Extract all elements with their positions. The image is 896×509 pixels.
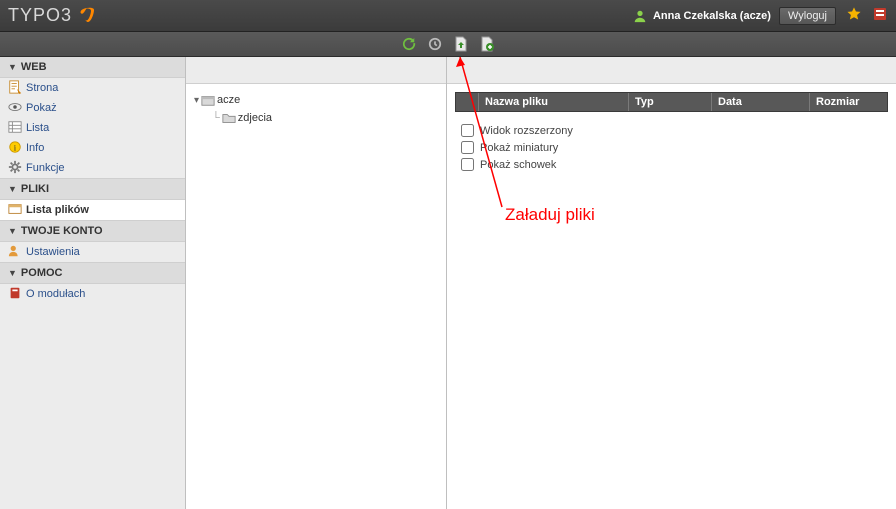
opt-label: Pokaż schowek <box>480 159 556 171</box>
col-check <box>456 93 479 111</box>
nav-group-label: WEB <box>21 61 47 73</box>
folder-tree: ▾ acze └ zdjecia <box>186 84 446 136</box>
nav-group-label: PLIKI <box>21 183 49 195</box>
opt-extended-view[interactable]: Widok rozszerzony <box>461 122 882 139</box>
shortcut-icon[interactable] <box>872 6 888 25</box>
nav-item-label: O modułach <box>26 288 85 300</box>
nav-group-web[interactable]: ▼ WEB <box>0 57 185 78</box>
nav-group-files[interactable]: ▼ PLIKI <box>0 178 185 200</box>
module-menu: ▼ WEB Strona Pokaż Lista i Info Funkcje ▼… <box>0 57 186 509</box>
nav-item-info[interactable]: i Info <box>0 138 185 158</box>
nav-item-label: Ustawienia <box>26 246 80 258</box>
clock-icon[interactable] <box>427 36 443 52</box>
user-display-name: Anna Czekalska (acze) <box>653 10 771 22</box>
home-storage-icon <box>201 93 215 107</box>
nav-item-about[interactable]: O modułach <box>0 284 185 304</box>
bookmark-icon[interactable] <box>846 6 862 25</box>
opt-show-thumbs-checkbox[interactable] <box>461 141 474 154</box>
nav-item-label: Lista plików <box>26 204 89 216</box>
tree-collapse-icon[interactable]: ▾ <box>194 95 199 106</box>
nav-group-label: TWOJE KONTO <box>21 225 103 237</box>
nav-item-settings[interactable]: Ustawienia <box>0 242 185 262</box>
tree-child[interactable]: └ zdjecia <box>194 110 438 126</box>
main-area: ▼ WEB Strona Pokaż Lista i Info Funkcje ▼… <box>0 57 896 509</box>
caret-down-icon: ▼ <box>8 184 17 194</box>
eye-icon <box>8 100 22 114</box>
nav-group-help[interactable]: ▼ POMOC <box>0 262 185 284</box>
opt-extended-view-checkbox[interactable] <box>461 124 474 137</box>
opt-label: Widok rozszerzony <box>480 125 573 137</box>
nav-item-label: Funkcje <box>26 162 65 174</box>
opt-label: Pokaż miniatury <box>480 142 558 154</box>
page-icon <box>8 80 22 94</box>
opt-show-clipboard-checkbox[interactable] <box>461 158 474 171</box>
tree-child-label[interactable]: zdjecia <box>238 112 272 124</box>
nav-item-functions[interactable]: Funkcje <box>0 158 185 178</box>
nav-item-filelist[interactable]: Lista plików <box>0 200 185 220</box>
tree-root[interactable]: ▾ acze <box>194 92 438 108</box>
tree-root-label[interactable]: acze <box>217 94 240 106</box>
folder-tree-panel: ▾ acze └ zdjecia <box>186 57 447 509</box>
filelist-icon <box>8 202 22 216</box>
book-icon <box>8 286 22 300</box>
product-logo: TYPO3 <box>8 5 94 26</box>
user-settings-icon <box>8 244 22 258</box>
opt-show-clipboard[interactable]: Pokaż schowek <box>461 156 882 173</box>
typo3-logo-icon <box>76 7 94 25</box>
nav-item-label: Strona <box>26 82 58 94</box>
filelist-header: Nazwa pliku Typ Data Rozmiar <box>455 92 888 112</box>
product-name: TYPO3 <box>8 5 72 26</box>
nav-group-account[interactable]: ▼ TWOJE KONTO <box>0 220 185 242</box>
nav-group-label: POMOC <box>21 267 63 279</box>
folder-icon <box>222 111 236 125</box>
content-panel: Nazwa pliku Typ Data Rozmiar Widok rozsz… <box>447 57 896 509</box>
info-icon: i <box>8 140 22 154</box>
col-size[interactable]: Rozmiar <box>810 93 887 111</box>
list-icon <box>8 120 22 134</box>
nav-item-view[interactable]: Pokaż <box>0 98 185 118</box>
col-date[interactable]: Data <box>712 93 810 111</box>
content-toolbar <box>447 57 896 84</box>
annotation-label: Załaduj pliki <box>505 205 595 225</box>
caret-down-icon: ▼ <box>8 268 17 278</box>
current-user: Anna Czekalska (acze) <box>633 9 771 23</box>
reload-icon[interactable] <box>401 36 417 52</box>
new-folder-icon[interactable] <box>479 36 495 52</box>
topbar: TYPO3 Anna Czekalska (acze) Wyloguj <box>0 0 896 32</box>
user-icon <box>633 9 647 23</box>
col-name[interactable]: Nazwa pliku <box>479 93 629 111</box>
caret-down-icon: ▼ <box>8 62 17 72</box>
gear-icon <box>8 160 22 174</box>
doc-toolbar <box>0 32 896 57</box>
col-type[interactable]: Typ <box>629 93 712 111</box>
tree-toolbar <box>186 57 446 84</box>
upload-file-icon[interactable] <box>453 36 469 52</box>
caret-down-icon: ▼ <box>8 226 17 236</box>
nav-item-page[interactable]: Strona <box>0 78 185 98</box>
nav-item-list[interactable]: Lista <box>0 118 185 138</box>
opt-show-thumbs[interactable]: Pokaż miniatury <box>461 139 882 156</box>
filelist-options: Widok rozszerzony Pokaż miniatury Pokaż … <box>447 112 896 183</box>
nav-item-label: Pokaż <box>26 102 57 114</box>
nav-item-label: Lista <box>26 122 49 134</box>
logout-button[interactable]: Wyloguj <box>779 7 836 25</box>
nav-item-label: Info <box>26 142 44 154</box>
